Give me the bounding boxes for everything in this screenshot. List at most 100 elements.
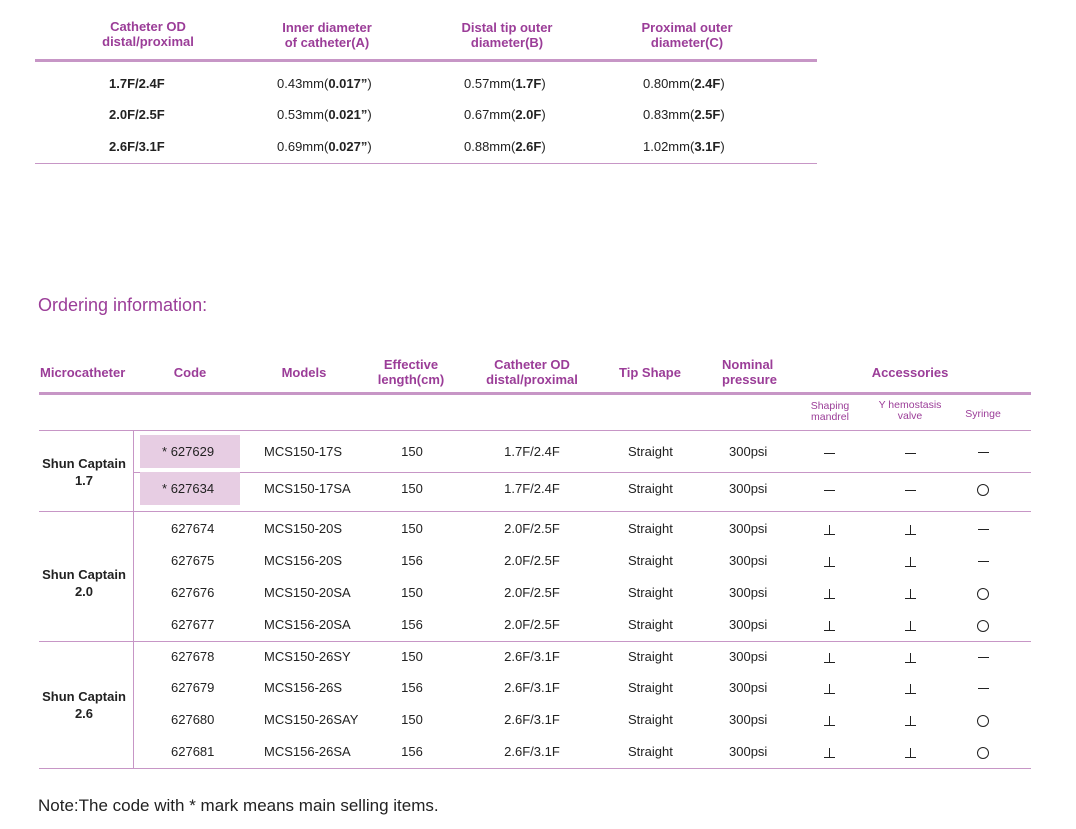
spec-proximal-cell: 1.02mm(3.1F) bbox=[643, 139, 725, 154]
header-od-line1: Catheter OD bbox=[494, 357, 570, 372]
length-cell: 150 bbox=[401, 585, 423, 600]
subheader-shaping-line2: mandrel bbox=[811, 411, 849, 423]
code-value: 627676 bbox=[171, 585, 215, 600]
model-cell: MCS156-20SA bbox=[264, 617, 351, 632]
shaping-mandrel-dash bbox=[824, 566, 835, 567]
footnote: Note:The code with * mark means main sel… bbox=[38, 796, 439, 815]
ordering-title: Ordering information: bbox=[38, 295, 208, 315]
y-valve-dash bbox=[905, 453, 916, 454]
subheader-y-hemostasis-valve: Y hemostasis valve bbox=[870, 400, 950, 422]
pressure-cell: 300psi bbox=[729, 585, 768, 600]
model-cell: MCS150-26SAY bbox=[264, 712, 359, 727]
spec-inner-mm: 0.53mm bbox=[277, 107, 324, 122]
group-label: Shun Captain 1.7 bbox=[34, 455, 134, 489]
od-cell: 1.7F/2.4F bbox=[504, 481, 560, 496]
spec-distal-mm: 0.88mm bbox=[464, 139, 511, 154]
y-valve-dash bbox=[905, 630, 916, 631]
pressure-cell: 300psi bbox=[729, 553, 768, 568]
y-valve-dash bbox=[905, 725, 916, 726]
header-pressure-line1: Nominal bbox=[722, 357, 774, 372]
header-models: Models bbox=[281, 365, 327, 380]
group-rule bbox=[39, 641, 1031, 642]
code-value: 627634 bbox=[170, 481, 215, 496]
spec-header-rule bbox=[35, 59, 817, 62]
length-cell: 156 bbox=[401, 680, 423, 695]
spec-header-distal-line1: Distal tip outer bbox=[461, 20, 553, 35]
spec-proximal-f: 2.4F bbox=[694, 76, 721, 91]
spec-proximal-mm: 0.83mm bbox=[643, 107, 690, 122]
y-valve-bar bbox=[910, 621, 911, 630]
tip-shape-cell: Straight bbox=[628, 744, 673, 759]
spec-header-inner-line1: Inner diameter bbox=[282, 20, 372, 35]
syringe-included-circle bbox=[977, 620, 989, 632]
header-pressure-line2: pressure bbox=[722, 372, 777, 387]
subheader-rule bbox=[39, 430, 1031, 431]
syringe-dash bbox=[978, 561, 989, 562]
code-value: 627677 bbox=[171, 617, 215, 632]
spec-proximal-f: 3.1F bbox=[694, 139, 721, 154]
spec-bottom-rule bbox=[35, 163, 817, 164]
group-rule bbox=[39, 511, 1031, 512]
header-effective-line2: length(cm) bbox=[377, 372, 445, 387]
model-cell: MCS150-17SA bbox=[264, 481, 351, 496]
shaping-mandrel-dash bbox=[824, 598, 835, 599]
group-divider bbox=[133, 431, 134, 768]
length-cell: 150 bbox=[401, 649, 423, 664]
y-valve-dash bbox=[905, 534, 916, 535]
spec-inner-inch: 0.027” bbox=[328, 139, 368, 154]
row-rule bbox=[134, 472, 1031, 473]
group-label-name: Shun Captain bbox=[42, 689, 126, 704]
spec-proximal-mm: 0.80mm bbox=[643, 76, 690, 91]
spec-inner-inch: 0.021” bbox=[328, 107, 368, 122]
spec-header-distal-line2: diameter(B) bbox=[470, 35, 544, 50]
shaping-mandrel-bar bbox=[829, 653, 830, 662]
syringe-included-circle bbox=[977, 484, 989, 496]
syringe-dash bbox=[978, 688, 989, 689]
header-code: Code bbox=[173, 365, 207, 380]
header-tip-shape: Tip Shape bbox=[619, 365, 681, 380]
tip-shape-cell: Straight bbox=[628, 649, 673, 664]
ordering-bottom-rule bbox=[39, 768, 1031, 769]
y-valve-bar bbox=[910, 557, 911, 566]
group-label-size: 2.0 bbox=[74, 584, 94, 599]
tip-shape-cell: Straight bbox=[628, 553, 673, 568]
spec-header-od-line2: distal/proximal bbox=[102, 34, 194, 49]
spec-header-distal: Distal tip outer diameter(B) bbox=[442, 20, 572, 50]
od-cell: 2.0F/2.5F bbox=[504, 617, 560, 632]
y-valve-dash bbox=[905, 693, 916, 694]
y-valve-bar bbox=[910, 653, 911, 662]
syringe-dash bbox=[978, 452, 989, 453]
shaping-mandrel-dash bbox=[824, 662, 835, 663]
code-cell: 627681 bbox=[171, 744, 214, 759]
spec-distal-mm: 0.67mm bbox=[464, 107, 511, 122]
group-label-size: 1.7 bbox=[74, 473, 94, 488]
ordering-header-rule bbox=[39, 392, 1031, 395]
header-effective-length: Effective length(cm) bbox=[368, 357, 454, 387]
length-cell: 150 bbox=[401, 481, 423, 496]
code-cell: * 627629 bbox=[162, 444, 214, 459]
group-label: Shun Captain 2.6 bbox=[34, 688, 134, 722]
shaping-mandrel-bar bbox=[829, 525, 830, 534]
pressure-cell: 300psi bbox=[729, 680, 768, 695]
code-cell: 627679 bbox=[171, 680, 214, 695]
group-label-size: 2.6 bbox=[74, 706, 94, 721]
spec-od-cell: 1.7F/2.4F bbox=[109, 76, 165, 91]
y-valve-dash bbox=[905, 598, 916, 599]
header-od-line2: distal/proximal bbox=[486, 372, 578, 387]
tip-shape-cell: Straight bbox=[628, 585, 673, 600]
syringe-dash bbox=[978, 529, 989, 530]
shaping-mandrel-bar bbox=[829, 684, 830, 693]
spec-header-od: Catheter OD distal/proximal bbox=[88, 19, 208, 49]
group-label-name: Shun Captain bbox=[42, 456, 126, 471]
pressure-cell: 300psi bbox=[729, 649, 768, 664]
model-cell: MCS156-20S bbox=[264, 553, 343, 568]
od-cell: 2.0F/2.5F bbox=[504, 553, 560, 568]
od-cell: 2.6F/3.1F bbox=[504, 744, 560, 759]
model-cell: MCS156-26SA bbox=[264, 744, 351, 759]
shaping-mandrel-bar bbox=[829, 621, 830, 630]
header-catheter-od: Catheter OD distal/proximal bbox=[470, 357, 594, 387]
shaping-mandrel-dash bbox=[824, 630, 835, 631]
model-cell: MCS150-20SA bbox=[264, 585, 351, 600]
shaping-mandrel-dash bbox=[824, 534, 835, 535]
spec-distal-cell: 0.67mm(2.0F) bbox=[464, 107, 546, 122]
